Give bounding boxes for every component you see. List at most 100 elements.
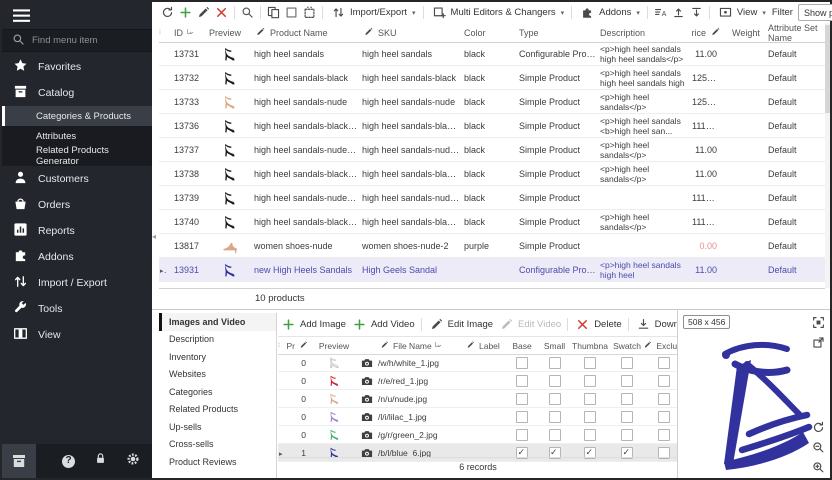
swatch-checkbox[interactable]: [621, 375, 633, 387]
column-header[interactable]: ID: [167, 28, 209, 38]
small-checkbox[interactable]: [549, 375, 561, 387]
image-row[interactable]: 0/r/e/red_1.jpg: [278, 372, 678, 390]
settings-gear-icon[interactable]: [126, 452, 140, 471]
help-icon[interactable]: ?: [62, 455, 75, 468]
sidebar-subitem-categories-products[interactable]: Categories & Products: [2, 106, 152, 126]
product-row-13732[interactable]: 13732high heel sandals-blackhigh heel sa…: [159, 66, 825, 90]
product-row-13733[interactable]: 13733high heel sandals-nudehigh heel san…: [159, 90, 825, 114]
tab-images-and-video[interactable]: Images and Video: [159, 313, 276, 331]
base-checkbox[interactable]: [516, 411, 528, 423]
thumbnail-checkbox[interactable]: [584, 429, 596, 441]
delete-product-icon[interactable]: [213, 5, 230, 21]
sidebar-item-addons[interactable]: Addons: [2, 244, 152, 270]
sidebar-item-catalog[interactable]: Catalog: [2, 80, 152, 106]
open-external-icon[interactable]: [811, 335, 826, 350]
multi-editors-button[interactable]: Multi Editors & Changers: [428, 4, 568, 22]
copy-icon[interactable]: [265, 5, 282, 21]
thumbnail-checkbox[interactable]: [584, 393, 596, 405]
exclude-checkbox[interactable]: [658, 411, 670, 423]
column-header[interactable]: Thumbna: [571, 341, 609, 351]
sidebar-subitem-attributes[interactable]: Attributes: [2, 126, 152, 146]
small-checkbox[interactable]: [549, 411, 561, 423]
thumbnail-checkbox[interactable]: [584, 375, 596, 387]
collapse-all-icon[interactable]: [688, 5, 705, 21]
column-header[interactable]: Base: [506, 341, 538, 351]
grid-scrollbar[interactable]: [825, 23, 830, 288]
column-header[interactable]: SKU: [362, 25, 464, 40]
column-header[interactable]: Label: [464, 338, 506, 353]
tab-inventory[interactable]: Inventory: [159, 348, 276, 366]
column-header[interactable]: Weight: [732, 28, 768, 38]
column-header[interactable]: Type: [519, 28, 600, 38]
swatch-checkbox[interactable]: [621, 357, 633, 369]
column-header[interactable]: Description: [600, 28, 692, 38]
menu-search-input[interactable]: Find menu item: [2, 29, 152, 52]
exclude-checkbox[interactable]: [658, 429, 670, 441]
column-header[interactable]: Preview: [209, 28, 254, 38]
paste-icon[interactable]: [301, 5, 318, 21]
swatch-checkbox[interactable]: [621, 429, 633, 441]
product-row-13738[interactable]: 13738high heel sandals-black-37high heel…: [159, 162, 825, 186]
tab-up-sells[interactable]: Up-sells: [159, 418, 276, 436]
edit-product-icon[interactable]: [195, 5, 212, 21]
product-row-13731[interactable]: 13731high heel sandalshigh heel sandalsb…: [159, 42, 825, 66]
base-checkbox[interactable]: [516, 375, 528, 387]
column-header[interactable]: Small: [538, 341, 571, 351]
exclude-checkbox[interactable]: [658, 393, 670, 405]
tab-cross-sells[interactable]: Cross-sells: [159, 436, 276, 454]
column-header[interactable]: Pr: [286, 338, 312, 353]
column-header[interactable]: Preview: [312, 341, 356, 351]
sidebar-item-view[interactable]: View: [2, 322, 152, 348]
swatch-checkbox[interactable]: [621, 393, 633, 405]
download-image-button[interactable]: Download Image: [633, 316, 678, 334]
small-checkbox[interactable]: [549, 357, 561, 369]
product-row-13737[interactable]: 13737high heel sandals-nude-36high heel …: [159, 138, 825, 162]
column-header[interactable]: Color: [464, 28, 519, 38]
tab-categories[interactable]: Categories: [159, 383, 276, 401]
fullscreen-icon[interactable]: [811, 315, 826, 330]
select-icon[interactable]: [283, 5, 300, 21]
small-checkbox[interactable]: [549, 393, 561, 405]
column-header[interactable]: Swatch: [609, 341, 645, 351]
column-header[interactable]: Price: [692, 25, 732, 40]
tab-websites[interactable]: Websites: [159, 366, 276, 384]
swatch-checkbox[interactable]: [621, 411, 633, 423]
expand-all-icon[interactable]: [670, 5, 687, 21]
edit-image-button[interactable]: Edit Image: [426, 316, 495, 334]
base-checkbox[interactable]: [516, 429, 528, 441]
delete-image-button[interactable]: Delete: [572, 316, 623, 334]
sort-az-icon[interactable]: A: [652, 5, 669, 21]
zoom-in-icon[interactable]: [811, 460, 826, 475]
sidebar-item-orders[interactable]: Orders: [2, 192, 152, 218]
addons-button[interactable]: Addons: [576, 4, 643, 22]
sidebar-item-tools[interactable]: Tools: [2, 296, 152, 322]
column-header[interactable]: Attribute Set Name: [768, 23, 829, 43]
menu-hamburger-icon[interactable]: [13, 8, 30, 24]
sidebar-item-import-export[interactable]: Import / Export: [2, 270, 152, 296]
column-header[interactable]: ⁞: [159, 29, 167, 36]
column-header[interactable]: Product Name: [254, 25, 362, 40]
base-checkbox[interactable]: [516, 357, 528, 369]
exclude-checkbox[interactable]: [658, 375, 670, 387]
search-icon[interactable]: [239, 5, 256, 21]
thumbnail-checkbox[interactable]: [584, 411, 596, 423]
column-header[interactable]: File Name: [378, 338, 464, 353]
tab-description[interactable]: Description: [159, 331, 276, 349]
sidebar-subitem-related-products-generator[interactable]: Related Products Generator: [2, 146, 152, 166]
refresh-icon[interactable]: [159, 5, 176, 21]
product-row-13740[interactable]: 13740high heel sandals-black-38high heel…: [159, 210, 825, 234]
store-manager-icon[interactable]: [2, 444, 36, 478]
image-row[interactable]: 0/n/u/nude.jpg: [278, 390, 678, 408]
exclude-checkbox[interactable]: [658, 357, 670, 369]
filter-select[interactable]: Show products from selected categories: [798, 4, 832, 21]
edit-video-button[interactable]: Edit Video: [496, 316, 563, 334]
add-image-button[interactable]: Add Image: [278, 316, 348, 334]
small-checkbox[interactable]: [549, 429, 561, 441]
rotate-icon[interactable]: [811, 420, 826, 435]
sidebar-item-customers[interactable]: Customers: [2, 166, 152, 192]
product-row-13736[interactable]: 13736high heel sandals-black-36high heel…: [159, 114, 825, 138]
view-button[interactable]: View: [714, 4, 769, 22]
thumbnail-checkbox[interactable]: [584, 357, 596, 369]
base-checkbox[interactable]: [516, 393, 528, 405]
tab-product-reviews[interactable]: Product Reviews: [159, 453, 276, 471]
